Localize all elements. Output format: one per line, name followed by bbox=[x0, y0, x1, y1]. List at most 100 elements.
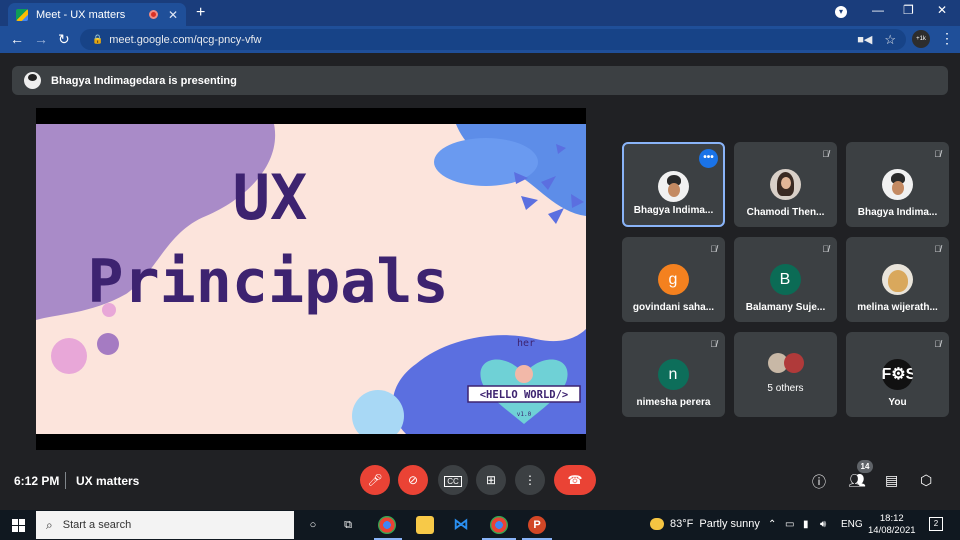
participant-name: Chamodi Then... bbox=[746, 207, 825, 218]
hang-up-icon: ☎ bbox=[567, 473, 583, 487]
people-icon[interactable]: 👥︎ bbox=[848, 472, 866, 489]
badge-her-text: her bbox=[517, 338, 535, 349]
url-text: meet.google.com/qcg-pncy-vfw bbox=[109, 33, 262, 46]
chrome-profile-app-icon[interactable] bbox=[490, 516, 508, 534]
search-icon: ⌕ bbox=[46, 517, 53, 532]
taskbar-search-box[interactable]: ⌕ Start a search bbox=[36, 511, 294, 539]
notification-center-icon[interactable]: 2 bbox=[929, 517, 943, 531]
weather-desc: Partly sunny bbox=[699, 518, 760, 530]
participant-name: Bhagya Indima... bbox=[633, 205, 714, 216]
tab-title: Meet - UX matters bbox=[36, 8, 126, 21]
search-placeholder: Start a search bbox=[62, 519, 132, 531]
presentation-slide: UX Principals her <HELLO WORLD/> v1.0 bbox=[36, 124, 586, 434]
participant-avatar bbox=[881, 169, 913, 200]
meeting-clock: 6:12 PM bbox=[14, 474, 60, 488]
lock-icon: 🔒 bbox=[92, 34, 104, 44]
taskbar-clock[interactable]: 18:12 14/08/2021 bbox=[868, 513, 916, 537]
activities-icon[interactable]: ⬡ bbox=[920, 472, 932, 489]
participant-tile[interactable]: 🎙̸ g govindani saha... bbox=[622, 237, 725, 322]
vscode-icon[interactable]: ⋈ bbox=[452, 516, 470, 534]
minimize-icon[interactable]: — bbox=[872, 3, 884, 17]
camera-off-icon: ⊘ bbox=[407, 473, 419, 487]
browser-menu-icon[interactable]: ⋮ bbox=[940, 30, 954, 47]
windows-start-icon[interactable] bbox=[12, 519, 25, 532]
participant-tile[interactable]: 🎙̸ Bhagya Indima... bbox=[846, 142, 949, 227]
participant-name: melina wijerath... bbox=[857, 302, 938, 313]
mic-toggle-button[interactable]: 🎤︎ bbox=[360, 465, 390, 495]
restore-icon[interactable]: ❐ bbox=[903, 3, 914, 17]
camera-permission-icon[interactable]: ■◀ bbox=[857, 33, 872, 46]
participant-name: nimesha perera bbox=[636, 397, 711, 408]
present-button[interactable]: ⊞ bbox=[476, 465, 506, 495]
taskbar-date: 14/08/2021 bbox=[868, 525, 916, 536]
language-indicator[interactable]: ENG bbox=[841, 519, 863, 530]
participant-name: Bhagya Indima... bbox=[857, 207, 938, 218]
tab-close-icon[interactable]: ✕ bbox=[168, 8, 178, 22]
participant-tile[interactable]: 🎙̸ Chamodi Then... bbox=[734, 142, 837, 227]
mic-off-icon: 🎙̸ bbox=[710, 339, 717, 349]
profile-avatar[interactable]: +1k bbox=[912, 30, 930, 48]
participant-name: govindani saha... bbox=[632, 302, 715, 313]
badge-hello-world-text: <HELLO WORLD/> bbox=[480, 389, 569, 401]
recording-icon bbox=[148, 10, 158, 19]
network-icon[interactable]: ▭ bbox=[785, 519, 794, 530]
participant-tile[interactable]: ••• Bhagya Indima... bbox=[622, 142, 725, 227]
self-tile[interactable]: 🎙̸ F⚙SS You bbox=[846, 332, 949, 417]
browser-toolbar: ← → ↻ 🔒 meet.google.com/qcg-pncy-vfw ■◀ … bbox=[0, 26, 960, 53]
partly-sunny-icon bbox=[650, 518, 664, 530]
bookmark-star-icon[interactable]: ☆ bbox=[884, 32, 896, 48]
chrome-app-icon[interactable] bbox=[378, 516, 396, 534]
more-vert-icon: ⋮ bbox=[524, 473, 536, 487]
slide-title-line2: Principals bbox=[87, 247, 448, 317]
new-tab-button[interactable]: + bbox=[196, 4, 205, 22]
others-avatars bbox=[768, 353, 808, 375]
participant-avatar: B bbox=[769, 264, 801, 295]
tray-chevron-icon[interactable]: ⌃ bbox=[768, 519, 776, 530]
window-close-icon[interactable]: ✕ bbox=[937, 3, 947, 17]
back-icon[interactable]: ← bbox=[10, 31, 24, 47]
self-avatar-logo: F⚙SS bbox=[881, 359, 913, 390]
mic-off-icon: 🎙̸ bbox=[934, 244, 941, 254]
more-options-icon[interactable]: ••• bbox=[699, 149, 718, 168]
weather-temp: 83°F bbox=[670, 518, 694, 530]
participant-avatar bbox=[657, 171, 689, 202]
tab-search-icon[interactable]: ▾ bbox=[835, 6, 847, 18]
more-options-button[interactable]: ⋮ bbox=[515, 465, 545, 495]
browser-tab-bar: Meet - UX matters ✕ + ▾ — ❐ ✕ bbox=[0, 0, 960, 26]
captions-icon: CC bbox=[444, 476, 462, 487]
others-tile[interactable]: 5 others bbox=[734, 332, 837, 417]
volume-icon[interactable]: 🔊︎ bbox=[820, 519, 826, 530]
task-view-icon[interactable]: ⧉ bbox=[339, 516, 357, 534]
camera-toggle-button[interactable]: ⊘ bbox=[398, 465, 428, 495]
participant-tile[interactable]: 🎙̸ melina wijerath... bbox=[846, 237, 949, 322]
presentation-view[interactable]: UX Principals her <HELLO WORLD/> v1.0 bbox=[36, 108, 586, 450]
present-icon: ⊞ bbox=[485, 473, 497, 487]
cortana-icon[interactable]: ○ bbox=[304, 516, 322, 534]
participant-name: Balamany Suje... bbox=[745, 302, 826, 313]
participant-tile[interactable]: 🎙̸ n nimesha perera bbox=[622, 332, 725, 417]
taskbar-time: 18:12 bbox=[879, 513, 904, 524]
powerpoint-icon[interactable]: P bbox=[528, 516, 546, 534]
captions-button[interactable]: CC bbox=[438, 465, 468, 495]
slide-title-line1: UX bbox=[233, 161, 308, 234]
file-explorer-icon[interactable] bbox=[416, 516, 434, 534]
windows-taskbar: ⌕ Start a search ○ ⧉ ⋈ P 83°F Partly sun… bbox=[0, 510, 960, 540]
weather-widget[interactable]: 83°F Partly sunny bbox=[650, 518, 760, 530]
browser-tab-meet[interactable]: Meet - UX matters ✕ bbox=[8, 3, 186, 26]
reload-icon[interactable]: ↻ bbox=[58, 31, 70, 48]
presenting-text: Bhagya Indimagedara is presenting bbox=[51, 74, 237, 87]
mic-off-icon: 🎙̸ bbox=[934, 339, 941, 349]
meeting-details-icon[interactable]: ⓘ bbox=[812, 472, 826, 492]
presenting-banner: Bhagya Indimagedara is presenting bbox=[12, 66, 948, 95]
forward-icon[interactable]: → bbox=[34, 31, 48, 47]
participant-avatar: g bbox=[657, 264, 689, 295]
participant-avatar: n bbox=[657, 359, 689, 390]
chat-icon[interactable]: ▤ bbox=[885, 472, 898, 489]
participant-name: You bbox=[888, 397, 907, 408]
address-bar[interactable]: 🔒 meet.google.com/qcg-pncy-vfw ■◀ ☆ bbox=[80, 29, 906, 50]
battery-icon[interactable]: ▮ bbox=[803, 519, 809, 530]
mic-off-icon: 🎙̸ bbox=[822, 244, 829, 254]
others-count: 5 others bbox=[767, 383, 804, 394]
leave-call-button[interactable]: ☎ bbox=[554, 465, 596, 495]
participant-tile[interactable]: 🎙̸ B Balamany Suje... bbox=[734, 237, 837, 322]
